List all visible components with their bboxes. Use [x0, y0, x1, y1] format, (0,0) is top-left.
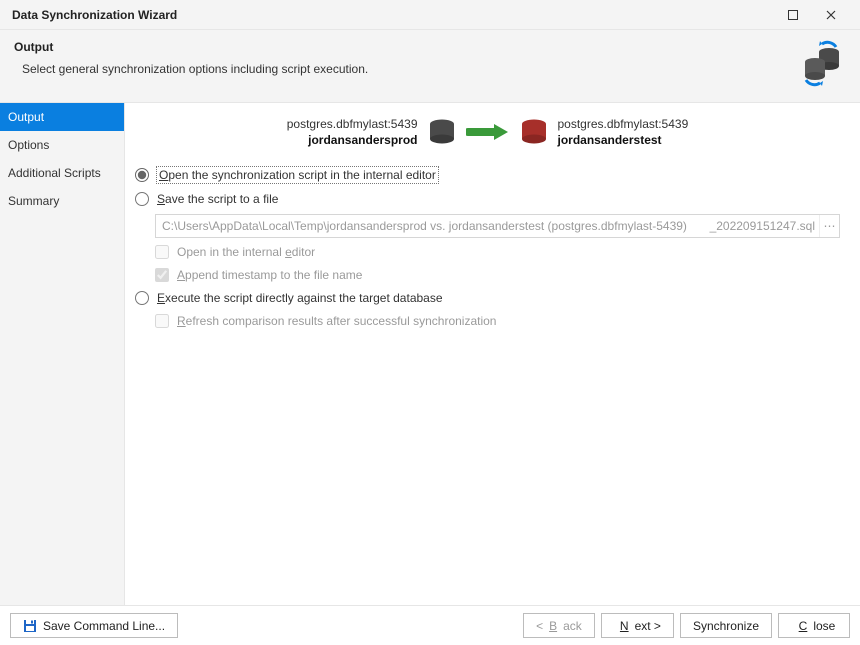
option-label: Refresh comparison results after success…	[177, 314, 496, 328]
close-button[interactable]: Close	[778, 613, 850, 638]
script-path-field[interactable]: _202209151247.sql ⋯	[155, 214, 840, 238]
checkbox-refresh-comparison	[155, 314, 169, 328]
source-connection: postgres.dbfmylast:5439	[238, 117, 418, 133]
sidebar-item-label: Output	[8, 110, 44, 124]
option-save-file[interactable]: Save the script to a file	[135, 190, 840, 208]
sidebar-item-label: Options	[8, 138, 49, 152]
option-append-timestamp: Append timestamp to the file name	[135, 266, 840, 284]
sidebar-item-label: Summary	[8, 194, 59, 208]
option-label: Open the synchronization script in the i…	[157, 167, 438, 183]
back-button[interactable]: < Back	[523, 613, 595, 638]
button-label: Save Command Line...	[43, 619, 165, 633]
wizard-sidebar: Output Options Additional Scripts Summar…	[0, 103, 125, 605]
checkbox-open-internal	[155, 245, 169, 259]
titlebar: Data Synchronization Wizard	[0, 0, 860, 30]
option-open-internal: Open in the internal editor	[135, 243, 840, 261]
sidebar-item-options[interactable]: Options	[0, 131, 124, 159]
sidebar-item-summary[interactable]: Summary	[0, 187, 124, 215]
radio-execute-directly[interactable]	[135, 291, 149, 305]
option-execute-directly[interactable]: Execute the script directly against the …	[135, 289, 840, 307]
option-open-editor[interactable]: Open the synchronization script in the i…	[135, 165, 840, 185]
close-icon	[826, 10, 836, 20]
sidebar-item-output[interactable]: Output	[0, 103, 124, 131]
radio-open-editor[interactable]	[135, 168, 149, 182]
database-icon	[520, 119, 548, 145]
db-connection-banner: postgres.dbfmylast:5439 jordansanderspro…	[135, 117, 840, 147]
wizard-header: Output Select general synchronization op…	[0, 30, 860, 103]
option-label: Save the script to a file	[157, 192, 278, 206]
wizard-main: postgres.dbfmylast:5439 jordansanderspro…	[125, 103, 860, 605]
database-icon	[428, 119, 456, 145]
page-title: Output	[14, 40, 798, 54]
radio-save-file[interactable]	[135, 192, 149, 206]
source-db-info: postgres.dbfmylast:5439 jordansanderspro…	[238, 117, 418, 147]
save-icon	[23, 619, 37, 633]
source-db-name: jordansandersprod	[238, 133, 418, 147]
sidebar-item-label: Additional Scripts	[8, 166, 101, 180]
sidebar-item-additional-scripts[interactable]: Additional Scripts	[0, 159, 124, 187]
option-label: Execute the script directly against the …	[157, 291, 443, 305]
maximize-icon	[788, 10, 798, 20]
script-path-input[interactable]	[156, 215, 710, 237]
target-db-info: postgres.dbfmylast:5439 jordansanderstes…	[558, 117, 738, 147]
window-title: Data Synchronization Wizard	[10, 8, 774, 22]
target-connection: postgres.dbfmylast:5439	[558, 117, 738, 133]
synchronize-button[interactable]: Synchronize	[680, 613, 772, 638]
checkbox-append-timestamp	[155, 268, 169, 282]
option-label: Append timestamp to the file name	[177, 268, 362, 282]
wizard-footer: Save Command Line... < Back Next > Synch…	[0, 605, 860, 645]
option-refresh-comparison: Refresh comparison results after success…	[135, 312, 840, 330]
sync-db-icon	[798, 40, 846, 88]
option-label: Open in the internal editor	[177, 245, 315, 259]
maximize-button[interactable]	[774, 0, 812, 30]
arrow-right-icon	[466, 123, 510, 141]
page-subtitle: Select general synchronization options i…	[14, 62, 798, 76]
next-button[interactable]: Next >	[601, 613, 674, 638]
target-db-name: jordansanderstest	[558, 133, 738, 147]
close-window-button[interactable]	[812, 0, 850, 30]
save-command-line-button[interactable]: Save Command Line...	[10, 613, 178, 638]
script-path-suffix: _202209151247.sql	[710, 219, 819, 233]
browse-button[interactable]: ⋯	[819, 215, 839, 237]
